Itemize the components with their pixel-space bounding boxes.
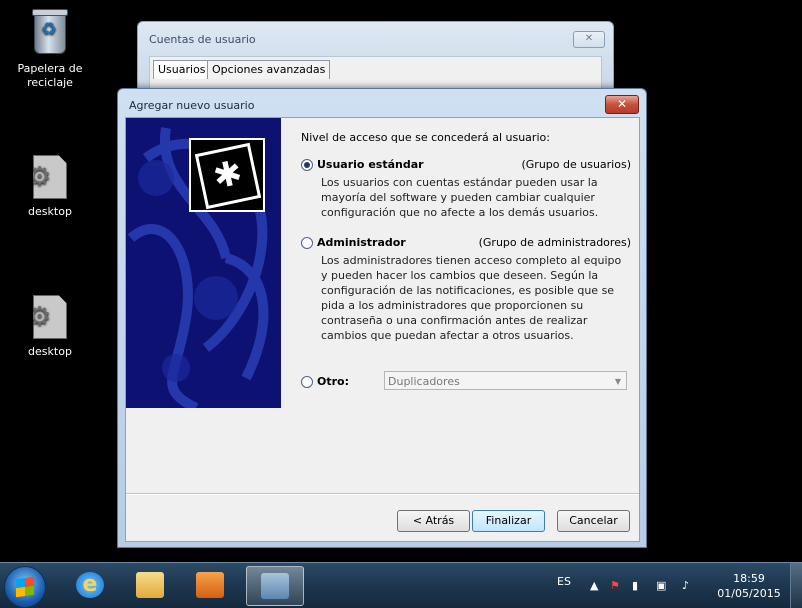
show-desktop-button[interactable] [790,563,802,608]
show-hidden-icons-icon[interactable]: ▲ [590,579,598,592]
folder-icon [136,572,164,598]
file-gear-icon [28,295,72,339]
option-description: Los administradores tienen acceso comple… [321,254,622,342]
file-gear-icon [28,155,72,199]
network-icon[interactable]: ▣ [656,579,666,592]
volume-icon[interactable]: ♪ [682,579,689,592]
desktop-icon-label: Papelera de reciclaje [17,62,83,89]
option-label: Usuario estándar [317,158,424,171]
windows-logo-icon [16,576,34,598]
option-label: Administrador [317,236,406,249]
group-select[interactable]: Duplicadores ▼ [384,371,627,390]
desktop-icon-file-2[interactable]: desktop [12,295,88,359]
power-icon[interactable]: ▮ [632,579,638,592]
users-badge-icon: ✱ [189,138,265,212]
taskbar: e ES ▲ ⚑ ▮ ▣ ♪ 18:59 01/05/2015 [0,562,802,608]
media-player-icon [196,572,224,598]
access-level-prompt: Nivel de acceso que se concederá al usua… [301,131,550,144]
chevron-down-icon: ▼ [614,377,621,386]
start-button[interactable] [4,566,46,608]
option-group: (Grupo de administradores) [478,236,631,249]
clock-date: 01/05/2015 [717,587,781,600]
internet-explorer-icon: e [76,572,104,598]
tab-users[interactable]: Usuarios [153,60,211,79]
desktop-icon-label: desktop [28,205,72,218]
option-group: (Grupo de usuarios) [521,158,631,171]
radio-administrator[interactable] [301,237,313,249]
cancel-button[interactable]: Cancelar [557,510,630,532]
wizard-banner-image: ✱ [126,118,281,408]
back-button[interactable]: < Atrás [397,510,470,532]
desktop-icon-label: desktop [28,345,72,358]
taskbar-item-internet-explorer[interactable]: e [62,566,118,604]
language-indicator[interactable]: ES [557,575,571,588]
taskbar-item-explorer[interactable] [122,566,178,604]
tab-advanced-options[interactable]: Opciones avanzadas [207,60,331,79]
taskbar-item-media-player[interactable] [182,566,238,604]
dialog-title: Agregar nuevo usuario [129,99,255,112]
users-icon [261,573,289,599]
dialog-client-area: ✱ Nivel de acceso que se concederá al us… [125,117,640,542]
action-center-icon[interactable]: ⚑ [610,579,620,592]
option-description: Los usuarios con cuentas estándar pueden… [321,176,599,219]
option-label: Otro: [317,375,349,388]
radio-standard-user[interactable] [301,159,313,171]
close-icon[interactable]: ✕ [573,31,605,48]
group-select-value: Duplicadores [388,375,460,388]
window-title: Cuentas de usuario [149,33,256,46]
recycle-bin-icon [28,9,72,56]
radio-other[interactable] [301,376,313,388]
divider [126,493,639,495]
finish-button[interactable]: Finalizar [472,510,545,532]
desktop-icon-recycle-bin[interactable]: Papelera de reciclaje [12,9,88,90]
taskbar-item-user-accounts[interactable] [246,566,304,606]
close-button[interactable]: ✕ [605,95,639,114]
desktop-icon-file-1[interactable]: desktop [12,155,88,219]
clock[interactable]: 18:59 01/05/2015 [713,571,785,601]
add-new-user-dialog[interactable]: Agregar nuevo usuario ✕ ✱ Nivel de acces… [117,88,647,548]
clock-time: 18:59 [733,572,765,585]
